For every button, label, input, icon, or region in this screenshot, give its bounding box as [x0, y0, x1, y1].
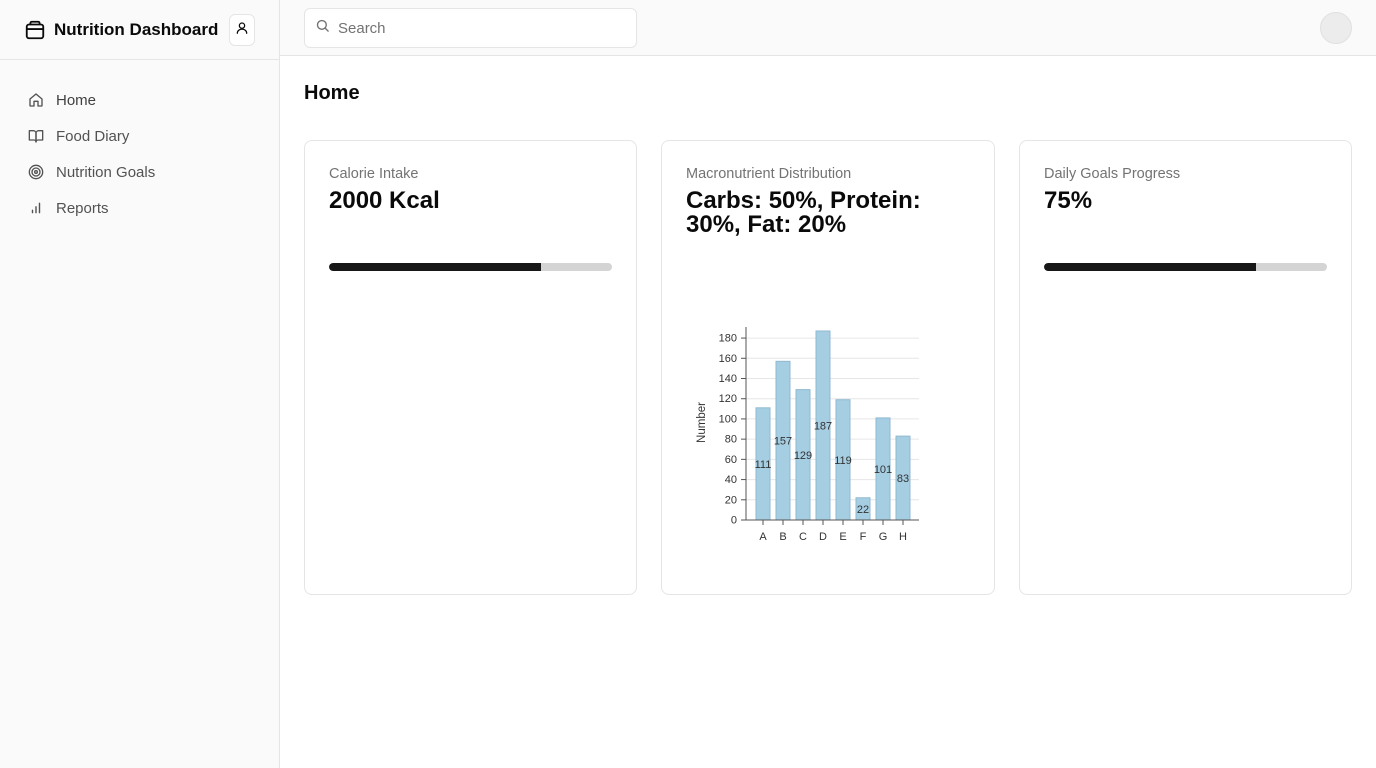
- y-tick-label: 60: [725, 454, 737, 466]
- user-icon: [235, 21, 249, 38]
- macronutrient-card: Macronutrient Distribution Carbs: 50%, P…: [661, 140, 995, 595]
- data-label: 187: [814, 421, 832, 433]
- y-tick-label: 80: [725, 434, 737, 446]
- sidebar-item-food-diary[interactable]: Food Diary: [0, 118, 279, 154]
- avatar[interactable]: [1320, 12, 1352, 44]
- sidebar-item-home[interactable]: Home: [0, 82, 279, 118]
- sidebar: Nutrition Dashboard Home Food Diary Nutr…: [0, 0, 280, 768]
- progress-fill: [329, 263, 542, 271]
- x-tick-label: E: [839, 531, 846, 541]
- x-tick-label: H: [899, 531, 907, 541]
- data-label: 83: [897, 473, 909, 485]
- y-axis-label: Number: [696, 402, 708, 443]
- search-input[interactable]: [338, 19, 618, 37]
- sidebar-item-label: Nutrition Goals: [56, 163, 156, 181]
- data-label: 101: [874, 464, 892, 476]
- brand-header: Nutrition Dashboard: [0, 0, 279, 60]
- sidebar-item-nutrition-goals[interactable]: Nutrition Goals: [0, 154, 279, 190]
- x-tick-label: C: [799, 531, 807, 541]
- x-tick-label: G: [879, 531, 888, 541]
- search-box: [304, 8, 637, 48]
- progress-fill: [1044, 263, 1257, 271]
- calorie-progress-bar: [329, 263, 612, 271]
- package-icon: [24, 18, 46, 42]
- data-label: 119: [834, 455, 852, 467]
- book-icon: [28, 128, 44, 144]
- sidebar-item-label: Food Diary: [56, 127, 130, 145]
- daily-goals-progress-bar: [1044, 263, 1327, 271]
- card-label: Calorie Intake: [329, 166, 419, 182]
- x-tick-label: B: [779, 531, 786, 541]
- y-tick-label: 0: [731, 515, 737, 527]
- target-icon: [28, 164, 44, 180]
- y-tick-label: 160: [719, 353, 737, 365]
- topbar: [280, 0, 1376, 56]
- sidebar-item-reports[interactable]: Reports: [0, 190, 279, 226]
- daily-goals-card: Daily Goals Progress 75%: [1019, 140, 1352, 595]
- page-title: Home: [304, 82, 360, 104]
- card-value: 2000 Kcal: [329, 187, 440, 214]
- x-tick-label: F: [860, 531, 867, 541]
- sidebar-item-label: Home: [56, 91, 97, 109]
- y-tick-label: 20: [725, 494, 737, 506]
- card-value: 75%: [1044, 187, 1093, 214]
- home-icon: [28, 92, 44, 108]
- y-tick-label: 120: [719, 393, 737, 405]
- data-label: 22: [857, 504, 869, 516]
- search-icon: [315, 18, 330, 38]
- macro-bar-chart: 0 20 40 60 80 100 120 140 160 180 111157129 187 119 2…: [696, 327, 919, 541]
- calorie-intake-card: Calorie Intake 2000 Kcal: [304, 140, 637, 595]
- user-button[interactable]: [229, 13, 255, 46]
- y-tick-label: 180: [719, 333, 737, 345]
- sidebar-item-label: Reports: [56, 199, 109, 217]
- card-value: Carbs: 50%, Protein: 30%, Fat: 20%: [686, 187, 921, 238]
- card-label: Macronutrient Distribution: [686, 166, 852, 182]
- bar-chart-icon: [28, 200, 44, 216]
- y-tick-label: 140: [719, 373, 737, 385]
- card-label: Daily Goals Progress: [1044, 166, 1181, 182]
- x-tick-label: A: [759, 531, 767, 541]
- app-title: Nutrition Dashboard: [54, 19, 219, 39]
- x-tick-label: D: [819, 531, 827, 541]
- data-label: 157: [774, 436, 792, 448]
- y-tick-label: 100: [719, 413, 737, 425]
- data-label: 129: [794, 450, 812, 462]
- data-label: 111: [755, 459, 772, 471]
- sidebar-nav: Home Food Diary Nutrition Goals Reports: [0, 60, 279, 226]
- y-tick-label: 40: [725, 474, 737, 486]
